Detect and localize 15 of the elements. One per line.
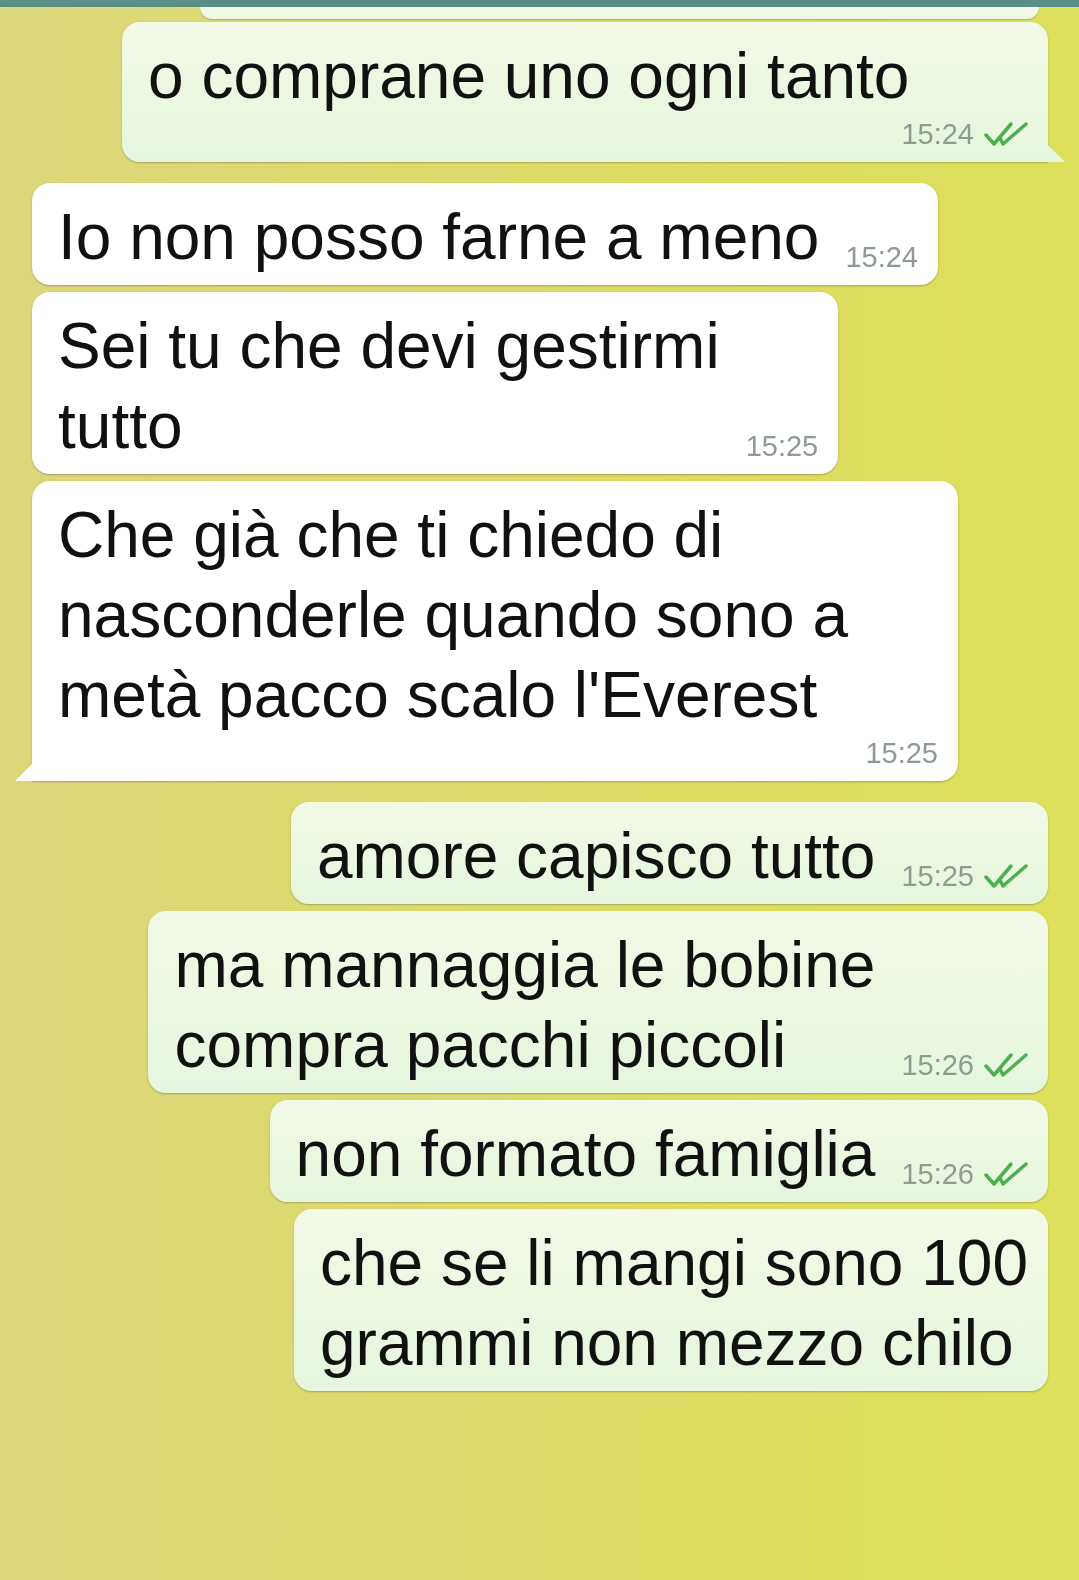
message-time: 15:26 <box>901 1048 974 1083</box>
message-text: Che già che ti chiedo di nasconderle quando sono a metà pacco scalo l'Everest <box>58 498 848 733</box>
message-text: Io non posso farne a meno <box>58 200 820 275</box>
message-text: che se li mangi sono 100 grammi non mezzo chilo <box>320 1226 1028 1381</box>
message-text: non formato famiglia <box>295 1117 876 1192</box>
message-time: 15:24 <box>901 117 974 152</box>
message-time: 15:26 <box>901 1157 974 1192</box>
message-time: 15:25 <box>901 859 974 894</box>
message-time: 15:25 <box>745 429 819 464</box>
message-time: 15:25 <box>865 736 938 771</box>
message-text: amore capisco tutto <box>316 819 876 894</box>
message-text: ma mannaggia le bobine compra pacchi piccoli <box>174 928 876 1083</box>
message-time: 15:24 <box>845 240 918 275</box>
message-text: Sei tu che devi gestirmi tutto <box>58 309 720 464</box>
message-text: o comprane uno ogni tanto <box>148 39 910 114</box>
